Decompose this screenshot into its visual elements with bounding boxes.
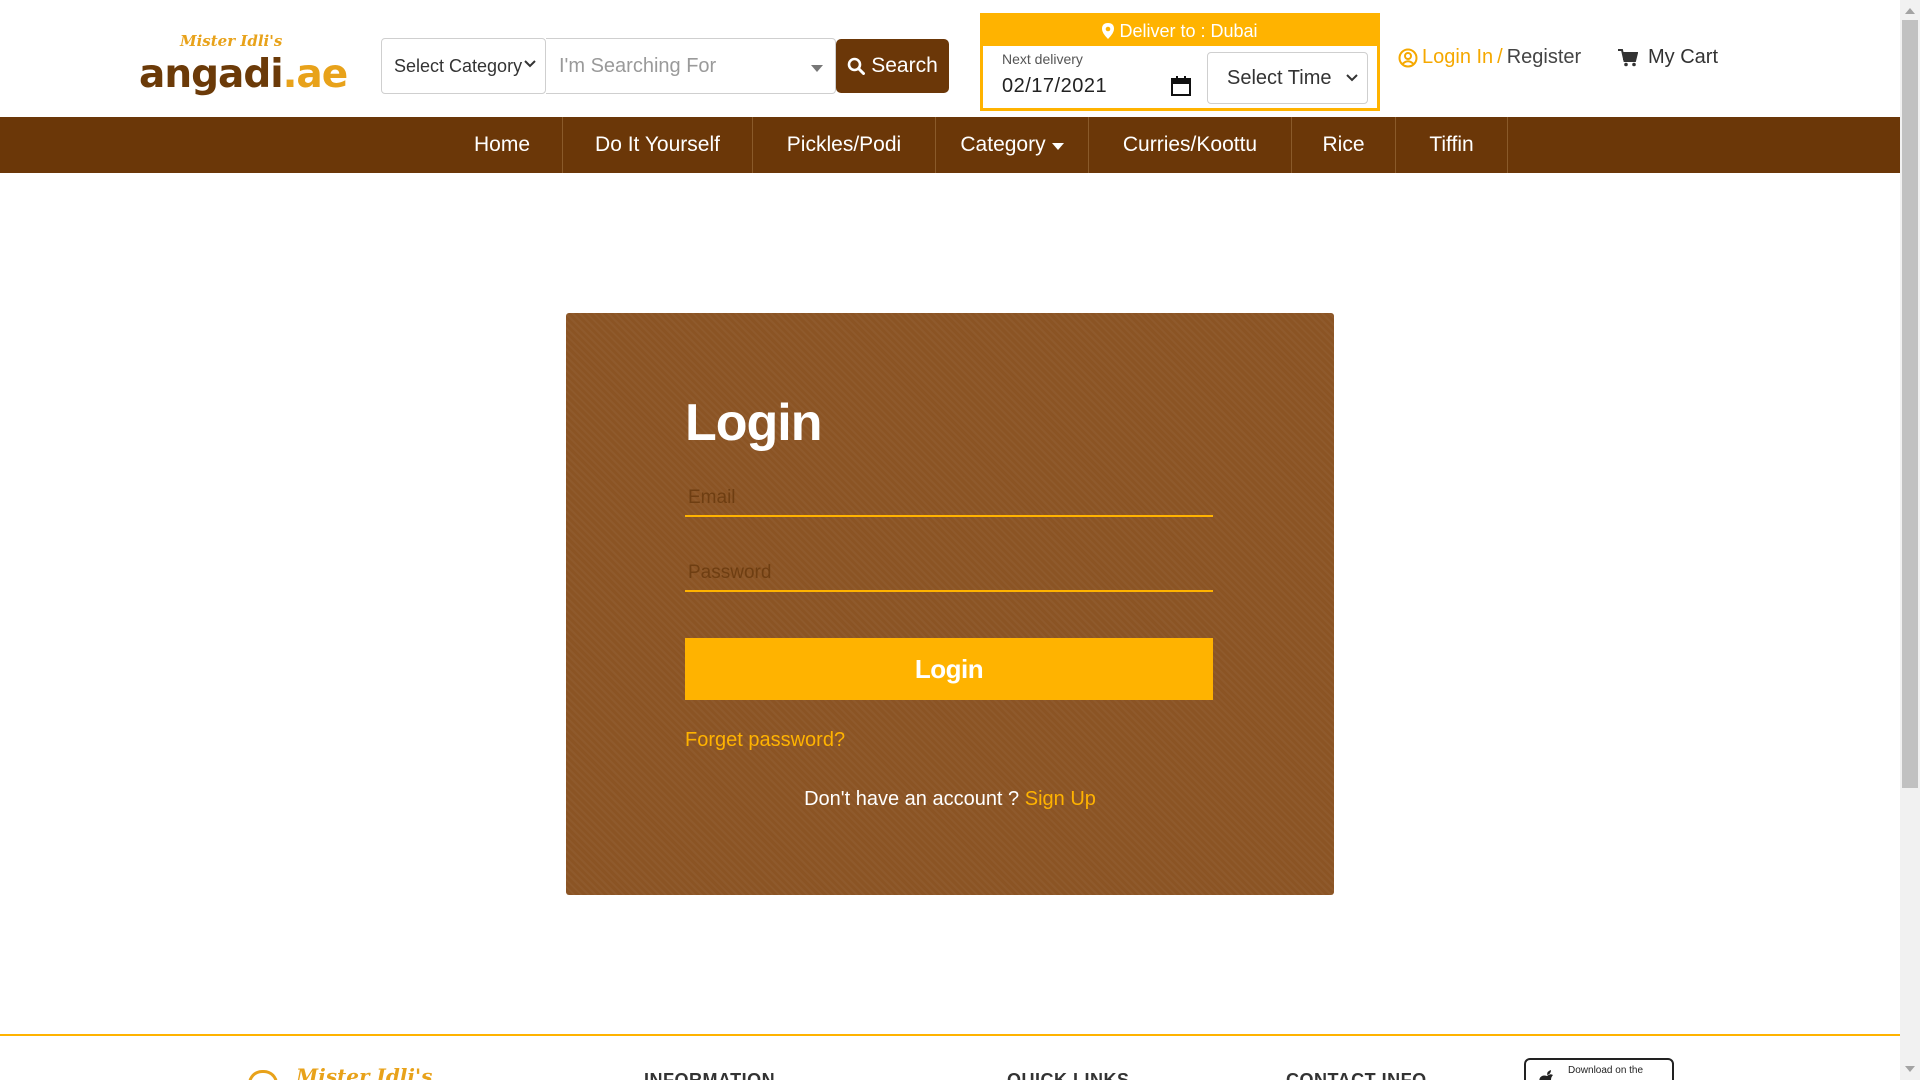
account-separator: / [1497,46,1503,68]
footer-heading-quick-links: QUICK LINKS [1007,1070,1130,1080]
scroll-down-arrow-icon[interactable] [1905,1066,1915,1072]
register-link[interactable]: Register [1507,46,1581,69]
signup-prompt: Don't have an account ? Sign Up [566,788,1334,811]
nav-item-label: Curries/Koottu [1122,133,1258,156]
login-title: Login [685,394,823,452]
app-badge-text: Download on the [1568,1065,1644,1076]
time-select-value: Select Time [1227,66,1332,89]
category-select[interactable]: Select Category [381,38,546,94]
user-circle-icon [1398,48,1418,67]
nav-item-pickles-podi[interactable]: Pickles/Podi [753,117,936,173]
site-header: Mister Idli's angadi.ae Select Category … [0,0,1900,117]
password-placeholder: Password [688,562,772,583]
caret-down-icon [1051,142,1064,150]
logo-script-text: Mister Idli's [180,32,283,50]
search-icon [847,57,866,75]
calendar-icon[interactable] [1170,75,1192,97]
signup-link[interactable]: Sign Up [1025,788,1096,810]
nav-item-label: Do It Yourself [595,133,720,156]
logo-suffix-text: .ae [282,52,349,97]
nav-item-curries-koottu[interactable]: Curries/Koottu [1089,117,1292,173]
login-button[interactable]: Login [685,638,1213,700]
map-marker-icon [1102,23,1115,39]
deliver-to-label: Deliver to : Dubai [1119,20,1258,41]
site-logo[interactable]: Mister Idli's angadi.ae [136,32,348,96]
search-placeholder: I'm Searching For [559,54,717,77]
app-store-badge[interactable]: Download on the [1524,1058,1674,1080]
page-scrollbar[interactable] [1900,0,1920,1080]
nav-item-category[interactable]: Category [936,117,1089,173]
nav-item-label: Pickles/Podi [786,133,902,156]
cart-link[interactable]: My Cart [1618,46,1718,69]
search-button[interactable]: Search [836,39,949,93]
logo-wordmark: angadi.ae [139,52,349,97]
email-field[interactable]: Email [685,477,1213,517]
delivery-panel: Deliver to : Dubai Next delivery 02/17/2… [980,13,1380,111]
nav-item-rice[interactable]: Rice [1292,117,1396,173]
chevron-down-icon [524,60,536,68]
delivery-date-input[interactable]: 02/17/2021 [1002,75,1107,98]
footer-logo-script: Mister Idli's [296,1064,433,1080]
login-link[interactable]: Login In [1422,46,1493,69]
nav-item-label: Rice [1322,133,1365,156]
next-delivery-label: Next delivery [1002,51,1083,67]
site-footer: Mister Idli's INFORMATION QUICK LINKS CO… [0,1034,1900,1080]
logo-main-text: angadi [139,52,284,97]
footer-heading-contact-info: CONTACT INFO [1286,1070,1427,1080]
search-button-label: Search [871,54,938,77]
deliver-to-bar[interactable]: Deliver to : Dubai [983,16,1377,46]
nav-item-label: Home [473,133,531,156]
login-card: Login Email Password Login Forget passwo… [566,313,1334,895]
account-links: Login In / Register [1398,46,1581,69]
search-input[interactable]: I'm Searching For [546,38,836,94]
delivery-time-select[interactable]: Select Time [1207,52,1368,104]
cart-icon [1618,48,1638,66]
footer-bag-logo-icon [248,1070,278,1080]
main-nav: Home Do It Yourself Pickles/Podi Categor… [0,117,1900,173]
nav-item-tiffin[interactable]: Tiffin [1396,117,1508,173]
no-account-text: Don't have an account ? [804,788,1020,810]
nav-item-label: Category [960,133,1046,156]
caret-down-icon [811,65,823,72]
nav-item-do-it-yourself[interactable]: Do It Yourself [563,117,753,173]
category-select-value: Select Category [394,55,523,76]
nav-items: Home Do It Yourself Pickles/Podi Categor… [442,117,1508,173]
scroll-up-arrow-icon[interactable] [1905,8,1915,14]
chevron-down-icon [1346,74,1358,82]
nav-item-label: Tiffin [1429,133,1474,156]
cart-label: My Cart [1648,46,1718,68]
email-placeholder: Email [688,487,736,508]
forget-password-link[interactable]: Forget password? [685,729,845,752]
password-field[interactable]: Password [685,552,1213,592]
nav-item-home[interactable]: Home [442,117,563,173]
scroll-thumb[interactable] [1902,20,1918,788]
footer-heading-information: INFORMATION [644,1070,776,1080]
apple-icon [1539,1070,1553,1080]
